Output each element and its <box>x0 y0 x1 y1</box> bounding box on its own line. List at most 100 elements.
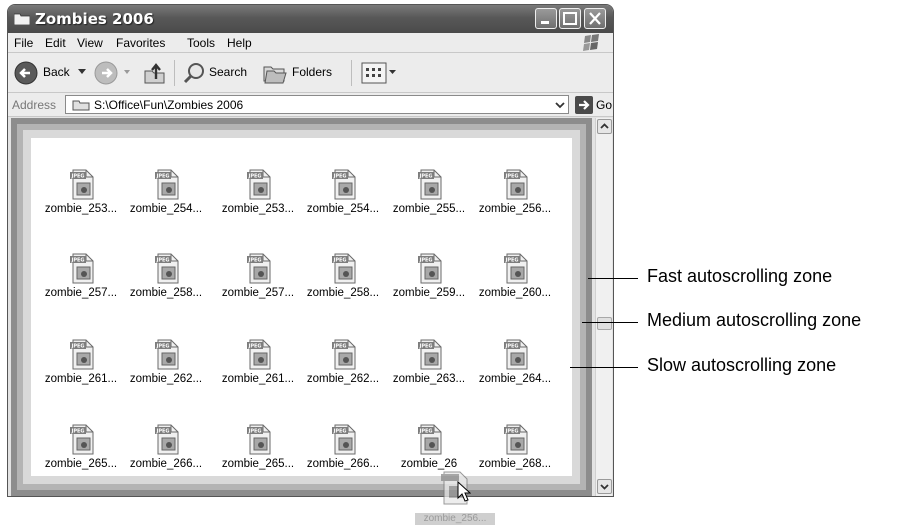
file-item[interactable]: JPEG zombie_253... <box>38 168 124 228</box>
file-item[interactable]: JPEG zombie_266... <box>300 423 386 483</box>
menu-view[interactable]: View <box>77 36 103 50</box>
minimize-button[interactable] <box>535 8 557 29</box>
address-input[interactable]: S:\Office\Fun\Zombies 2006 <box>65 95 569 114</box>
jpeg-file-icon: JPEG <box>70 169 94 200</box>
file-label[interactable]: zombie_256... <box>472 203 558 215</box>
file-item[interactable]: JPEG zombie_254... <box>123 168 209 228</box>
file-item[interactable]: JPEG zombie_265... <box>38 423 124 483</box>
file-label[interactable]: zombie_262... <box>300 373 386 385</box>
file-label[interactable]: zombie_263... <box>386 373 472 385</box>
back-arrow-icon[interactable] <box>14 61 38 85</box>
file-item[interactable]: JPEG zombie_264... <box>472 338 558 398</box>
file-label[interactable]: zombie_266... <box>300 458 386 470</box>
callout-line-slow <box>570 367 638 368</box>
file-item[interactable]: JPEG zombie_266... <box>123 423 209 483</box>
chevron-down-icon[interactable] <box>78 69 86 75</box>
file-badge: JPEG <box>70 174 84 180</box>
file-label[interactable]: zombie_261... <box>38 373 124 385</box>
menu-tools[interactable]: Tools <box>187 36 215 50</box>
file-label[interactable]: zombie_26 <box>386 458 472 470</box>
file-item[interactable]: JPEG zombie_253... <box>215 168 301 228</box>
file-label[interactable]: zombie_265... <box>38 458 124 470</box>
search-icon[interactable] <box>182 61 206 85</box>
file-label[interactable]: zombie_258... <box>123 287 209 299</box>
file-label[interactable]: zombie_253... <box>215 203 301 215</box>
file-item[interactable]: JPEG zombie_261... <box>38 338 124 398</box>
file-label[interactable]: zombie_254... <box>300 203 386 215</box>
jpeg-file-icon: JPEG <box>504 253 528 284</box>
search-button[interactable]: Search <box>209 65 247 79</box>
chevron-down-icon[interactable] <box>389 70 396 75</box>
file-label[interactable]: zombie_259... <box>386 287 472 299</box>
file-item[interactable]: JPEG zombie_258... <box>300 252 386 312</box>
scroll-up-button[interactable] <box>597 119 612 134</box>
jpeg-file-icon: JPEG <box>247 339 271 370</box>
file-label[interactable]: zombie_255... <box>386 203 472 215</box>
file-badge: JPEG <box>70 258 84 264</box>
menu-favorites[interactable]: Favorites <box>116 36 165 50</box>
jpeg-file-icon: JPEG <box>70 253 94 284</box>
file-item[interactable]: JPEG zombie_261... <box>215 338 301 398</box>
file-label[interactable]: zombie_254... <box>123 203 209 215</box>
title-bar[interactable]: Zombies 2006 <box>8 5 613 33</box>
toolbar-separator <box>351 60 352 86</box>
file-badge: JPEG <box>247 344 261 350</box>
file-item[interactable]: JPEG zombie_255... <box>386 168 472 228</box>
up-folder-icon[interactable] <box>142 61 166 85</box>
folders-icon[interactable] <box>262 62 288 84</box>
menu-edit[interactable]: Edit <box>45 36 66 50</box>
folder-icon <box>14 13 30 25</box>
forward-arrow-icon[interactable] <box>94 61 118 85</box>
views-icon[interactable] <box>361 62 387 84</box>
file-item[interactable]: JPEG zombie_268... <box>472 423 558 483</box>
vertical-scrollbar[interactable] <box>595 118 612 496</box>
go-arrow-icon[interactable] <box>575 96 593 114</box>
file-item[interactable]: JPEG zombie_265... <box>215 423 301 483</box>
file-item[interactable]: JPEG zombie_254... <box>300 168 386 228</box>
file-badge: JPEG <box>504 344 518 350</box>
folders-button[interactable]: Folders <box>292 65 332 79</box>
file-view[interactable]: JPEG zombie_253... JPEG zombie_254... JPEG zo… <box>11 118 592 496</box>
file-label[interactable]: zombie_266... <box>123 458 209 470</box>
file-item[interactable]: JPEG zombie_262... <box>123 338 209 398</box>
file-item[interactable]: JPEG zombie_257... <box>215 252 301 312</box>
file-badge: JPEG <box>418 344 432 350</box>
callout-fast: Fast autoscrolling zone <box>647 266 833 286</box>
file-item[interactable]: JPEG zombie_260... <box>472 252 558 312</box>
file-label[interactable]: zombie_258... <box>300 287 386 299</box>
file-label[interactable]: zombie_257... <box>38 287 124 299</box>
jpeg-file-icon: JPEG <box>418 253 442 284</box>
file-label[interactable]: zombie_268... <box>472 458 558 470</box>
file-badge: JPEG <box>504 258 518 264</box>
jpeg-file-icon: JPEG <box>247 424 271 455</box>
file-badge: JPEG <box>418 258 432 264</box>
menu-help[interactable]: Help <box>227 36 252 50</box>
file-label[interactable]: zombie_265... <box>215 458 301 470</box>
file-label[interactable]: zombie_261... <box>215 373 301 385</box>
file-item[interactable]: JPEG zombie_258... <box>123 252 209 312</box>
go-button[interactable]: Go <box>596 98 612 112</box>
file-item[interactable]: JPEG zombie_256... <box>472 168 558 228</box>
file-item[interactable]: JPEG zombie_263... <box>386 338 472 398</box>
close-button[interactable] <box>584 8 606 29</box>
cursor-arrow-icon <box>457 481 471 502</box>
callout-medium: Medium autoscrolling zone <box>647 310 862 330</box>
file-item[interactable]: JPEG zombie_259... <box>386 252 472 312</box>
file-label[interactable]: zombie_257... <box>215 287 301 299</box>
file-item[interactable]: JPEG zombie_257... <box>38 252 124 312</box>
file-label[interactable]: zombie_262... <box>123 373 209 385</box>
file-label[interactable]: zombie_253... <box>38 203 124 215</box>
scroll-down-button[interactable] <box>597 479 612 494</box>
maximize-button[interactable] <box>559 8 581 29</box>
jpeg-file-icon: JPEG <box>155 424 179 455</box>
menu-file[interactable]: File <box>14 36 33 50</box>
file-item[interactable]: JPEG zombie_262... <box>300 338 386 398</box>
file-label[interactable]: zombie_264... <box>472 373 558 385</box>
back-button[interactable]: Back <box>43 65 70 79</box>
file-label[interactable]: zombie_260... <box>472 287 558 299</box>
scroll-thumb[interactable] <box>597 317 612 330</box>
chevron-down-icon[interactable] <box>552 96 568 113</box>
chevron-down-icon[interactable] <box>124 70 130 74</box>
jpeg-file-icon: JPEG <box>155 339 179 370</box>
jpeg-file-icon: JPEG <box>332 253 356 284</box>
